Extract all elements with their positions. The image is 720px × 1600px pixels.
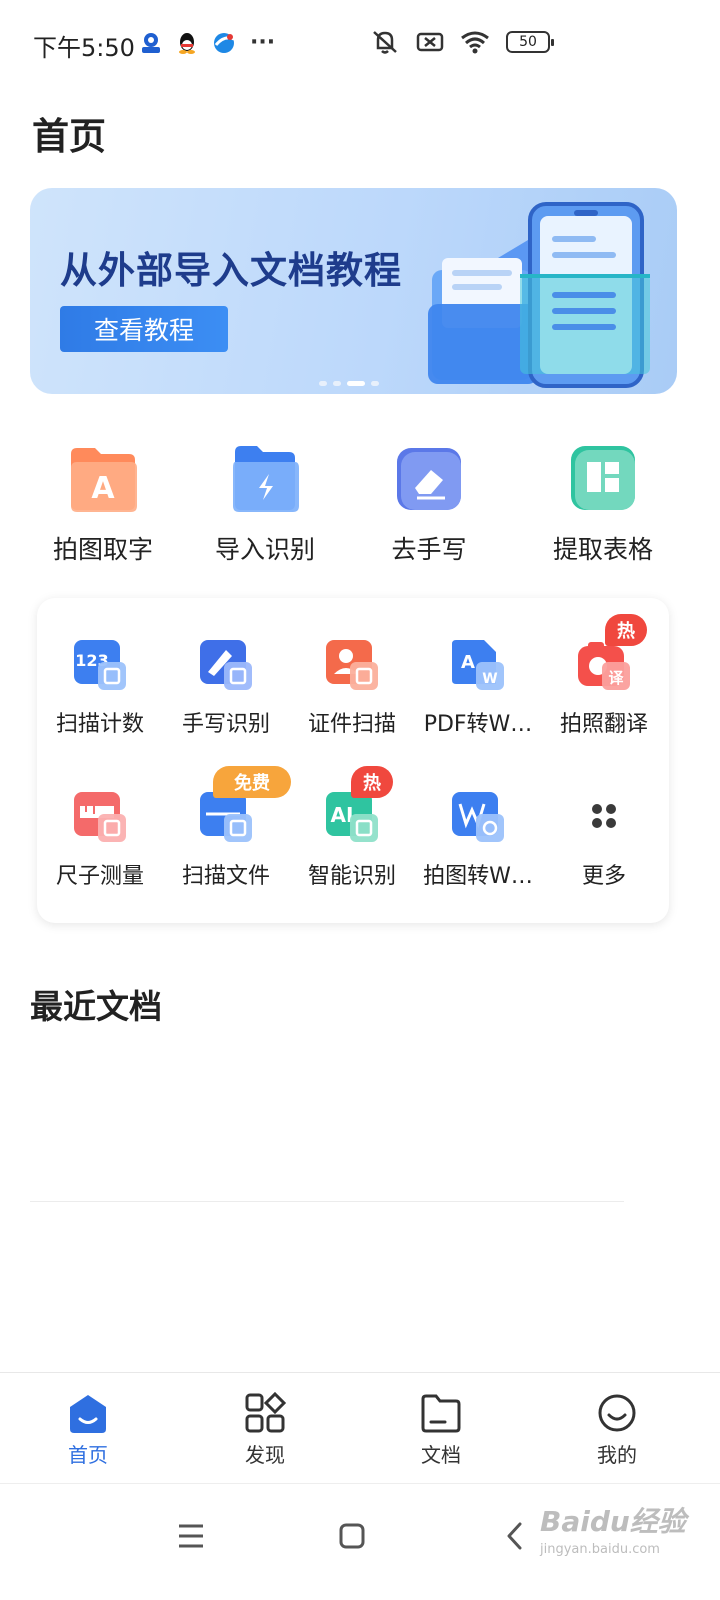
tool-label: 更多 xyxy=(581,864,626,889)
carousel-dot xyxy=(333,381,341,386)
main-tools-row: A 拍图取字 导入识别 去手写 提取表格 xyxy=(0,430,720,570)
carousel-dot xyxy=(371,381,379,386)
tab-label: 我的 xyxy=(597,1443,637,1467)
tab-discover[interactable]: 发现 xyxy=(205,1373,325,1483)
tool-extract-table[interactable]: 提取表格 xyxy=(518,430,688,570)
baidu-app-icon xyxy=(142,32,160,53)
banner-carousel-indicator xyxy=(319,381,379,386)
more-tools-card: 123 扫描计数 手写识别 证件扫描 A W PDF转W… 译 热 拍照翻译 尺… xyxy=(37,598,669,923)
tool-label: 导入识别 xyxy=(214,535,315,564)
browser-icon xyxy=(214,32,235,53)
tab-home[interactable]: 首页 xyxy=(28,1373,148,1483)
tool-more[interactable]: 更多 xyxy=(541,750,667,889)
tool-label: 手写识别 xyxy=(181,712,270,737)
tool-scan-count[interactable]: 123 扫描计数 xyxy=(37,598,163,737)
tab-label: 发现 xyxy=(245,1443,285,1467)
recent-documents-title: 最近文档 xyxy=(30,987,162,1026)
qq-icon xyxy=(179,32,195,54)
photo-to-word-icon xyxy=(452,792,504,842)
tutorial-banner[interactable]: 从外部导入文档教程 查看教程 xyxy=(30,188,677,394)
folder-icon xyxy=(421,1394,461,1433)
tool-label: 证件扫描 xyxy=(307,712,396,737)
tool-label: 去手写 xyxy=(391,535,467,564)
tool-label: PDF转W… xyxy=(423,712,533,737)
home-nav-icon[interactable] xyxy=(322,1506,382,1566)
tab-documents[interactable]: 文档 xyxy=(381,1373,501,1483)
svg-text:A: A xyxy=(91,471,115,506)
pdf-to-word-icon: A W xyxy=(452,640,504,690)
eraser-icon xyxy=(397,448,461,510)
no-sim-icon xyxy=(416,32,444,52)
status-bar: 下午5:50 ··· 50 xyxy=(0,0,720,86)
tool-label: 扫描文件 xyxy=(181,864,270,889)
baidu-jingyan-watermark: Baidu经验 jingyan.baidu.com xyxy=(540,1500,686,1557)
smile-icon xyxy=(598,1394,636,1432)
tool-id-scan[interactable]: 证件扫描 xyxy=(289,598,415,737)
status-notification-icons: ··· xyxy=(140,30,275,55)
tab-label: 文档 xyxy=(421,1443,461,1467)
tool-photo-to-word[interactable]: 拍图转W… xyxy=(415,750,541,889)
carousel-dot-active xyxy=(347,381,365,386)
tool-label: 扫描计数 xyxy=(55,712,144,737)
tool-label: 拍图取字 xyxy=(52,535,153,564)
svg-text:译: 译 xyxy=(608,669,624,687)
tool-ruler-measure[interactable]: 尺子测量 xyxy=(37,750,163,889)
tab-mine[interactable]: 我的 xyxy=(557,1373,677,1483)
tool-photo-translate[interactable]: 译 热 拍照翻译 xyxy=(541,598,667,737)
tool-import-recognize[interactable]: 导入识别 xyxy=(180,430,350,570)
wifi-icon xyxy=(461,31,489,54)
tool-remove-handwriting[interactable]: 去手写 xyxy=(344,430,514,570)
scan-count-icon: 123 xyxy=(74,640,126,690)
tool-label: 尺子测量 xyxy=(55,864,144,889)
tool-pdf-to-word[interactable]: A W PDF转W… xyxy=(415,598,541,737)
tool-label: 提取表格 xyxy=(552,535,653,564)
back-nav-icon[interactable] xyxy=(485,1506,545,1566)
tool-label: 拍照翻译 xyxy=(559,712,648,737)
menu-nav-icon[interactable] xyxy=(161,1506,221,1566)
battery-indicator: 50 xyxy=(506,31,554,53)
banner-title: 从外部导入文档教程 xyxy=(60,248,402,292)
svg-text:W: W xyxy=(482,671,497,687)
more-notifications-icon: ··· xyxy=(250,30,276,55)
tool-smart-recognize[interactable]: AI 热 智能识别 xyxy=(289,750,415,889)
status-system-icons: 50 xyxy=(370,28,554,56)
import-folder-icon xyxy=(233,446,299,512)
handwriting-icon xyxy=(200,640,252,690)
tool-handwriting[interactable]: 手写识别 xyxy=(163,598,289,737)
more-grid-icon xyxy=(592,804,616,828)
carousel-dot xyxy=(319,381,327,386)
free-badge: 免费 xyxy=(213,766,291,798)
watermark-brand: Baidu经验 xyxy=(540,1505,686,1538)
photo-text-icon: A xyxy=(71,448,137,512)
mute-vibrate-icon xyxy=(373,31,397,54)
tool-scan-file[interactable]: 免费 扫描文件 xyxy=(163,750,291,889)
recent-documents-divider xyxy=(30,1201,624,1202)
ruler-icon xyxy=(74,792,126,842)
page-title: 首页 xyxy=(32,115,106,158)
discover-icon xyxy=(245,1391,287,1433)
view-tutorial-button[interactable]: 查看教程 xyxy=(60,306,228,352)
watermark-url: jingyan.baidu.com xyxy=(540,1542,660,1557)
tool-label: 智能识别 xyxy=(307,864,396,889)
hot-badge: 热 xyxy=(351,766,393,798)
table-icon xyxy=(571,446,635,510)
id-scan-icon xyxy=(326,640,378,690)
home-icon xyxy=(70,1395,106,1433)
import-document-illustration xyxy=(428,202,650,388)
tool-photo-text[interactable]: A 拍图取字 xyxy=(18,430,188,570)
tab-label: 首页 xyxy=(68,1443,108,1467)
tool-label: 拍图转W… xyxy=(423,864,533,889)
status-time: 下午5:50 xyxy=(33,34,135,62)
bottom-tab-bar: 首页 发现 文档 我的 xyxy=(0,1372,720,1482)
hot-badge: 热 xyxy=(605,614,647,646)
svg-text:A: A xyxy=(461,652,475,673)
